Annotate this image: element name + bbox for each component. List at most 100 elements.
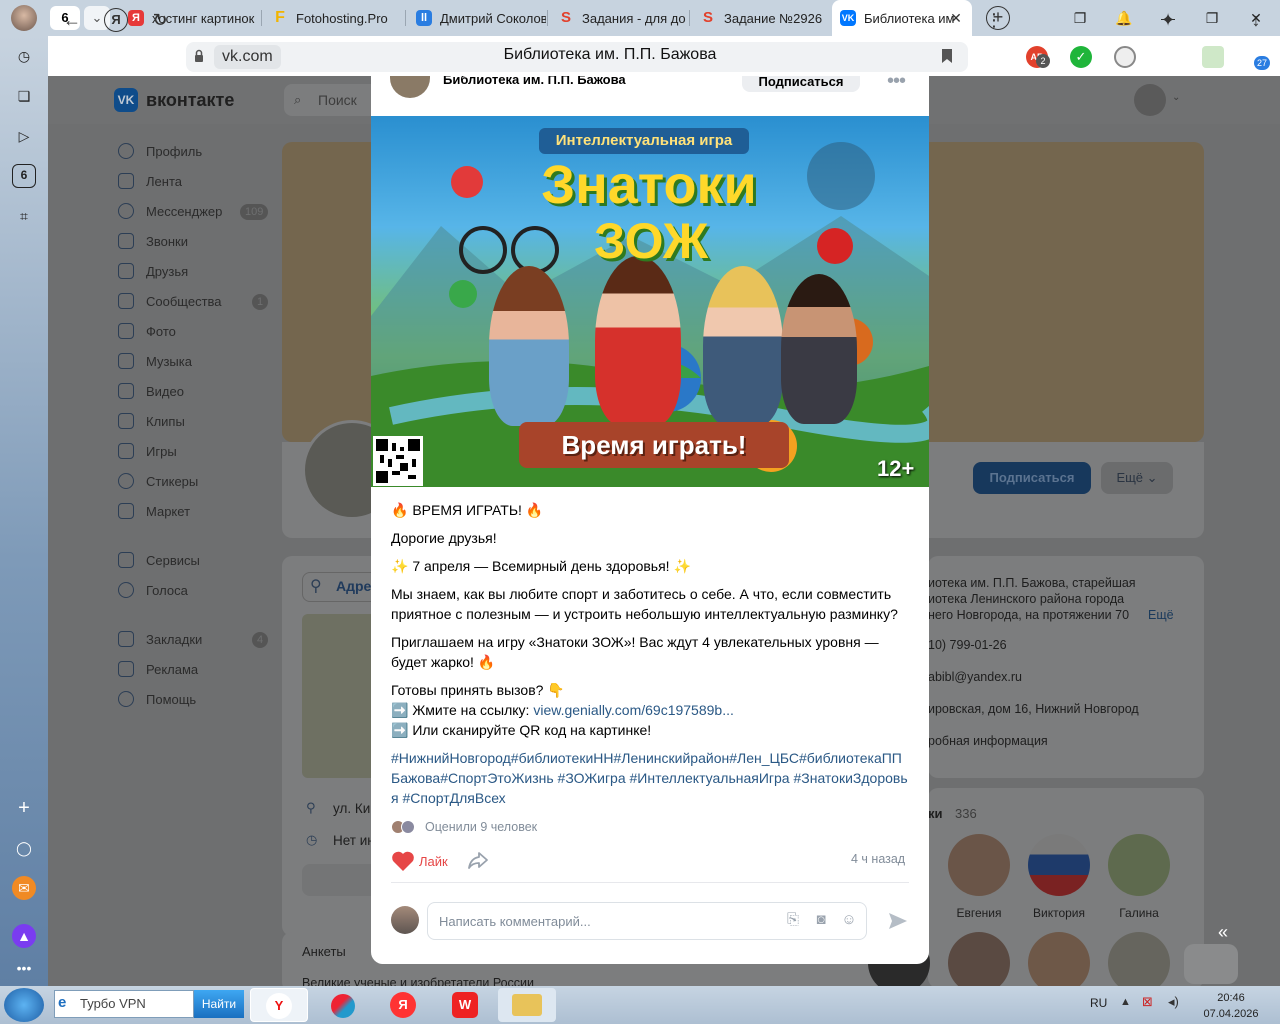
nav-item-stickers[interactable]: Стикеры: [118, 466, 198, 496]
details-link[interactable]: робная информация: [928, 734, 1048, 748]
share-icon[interactable]: [467, 850, 489, 870]
likes-summary[interactable]: Оценили 9 человек: [391, 820, 537, 834]
nav-item-votes[interactable]: Голоса: [118, 575, 188, 605]
member-avatar[interactable]: [1028, 834, 1090, 896]
chevron-down-icon[interactable]: ⌄: [1172, 92, 1180, 103]
member-avatar[interactable]: [948, 834, 1010, 896]
member-name[interactable]: Виктория: [1019, 906, 1099, 920]
collections-icon[interactable]: ❏: [12, 84, 36, 108]
nav-item-games[interactable]: Игры: [118, 436, 177, 466]
bookmark-icon[interactable]: [940, 48, 954, 64]
user-avatar[interactable]: [1134, 84, 1166, 116]
more-dots-icon[interactable]: •••: [887, 76, 906, 93]
nav-item-photos[interactable]: Фото: [118, 316, 176, 346]
member-avatar[interactable]: [1028, 932, 1090, 986]
author-name[interactable]: Библиотека им. П.П. Бажова: [443, 76, 626, 87]
members-title[interactable]: ки: [928, 806, 943, 821]
collections-icon[interactable]: ❐: [1068, 8, 1092, 28]
vk-logo-text[interactable]: вконтакте: [146, 90, 234, 111]
nav-item-feed[interactable]: Лента: [118, 166, 182, 196]
network-error-icon[interactable]: ⊠: [1142, 994, 1153, 1010]
download-icon[interactable]: ↓: [1244, 8, 1268, 32]
play-icon[interactable]: ▷: [12, 124, 36, 148]
tray-chevron-up-icon[interactable]: ▲: [1120, 996, 1131, 1008]
member-name[interactable]: Галина: [1099, 906, 1179, 920]
sheet-extension-icon[interactable]: [1202, 46, 1224, 68]
like-button[interactable]: Лайк: [391, 850, 448, 872]
mail-icon[interactable]: ✉: [12, 876, 36, 900]
post-time[interactable]: 4 ч назад: [851, 852, 905, 866]
taskbar-woodpecker-app[interactable]: [314, 988, 372, 1022]
alice-icon[interactable]: ▲: [12, 924, 36, 948]
nav-item-help[interactable]: Помощь: [118, 684, 196, 714]
volume-icon[interactable]: ◂): [1168, 994, 1179, 1010]
emoji-smile-icon[interactable]: ☺: [839, 910, 859, 930]
restore-icon[interactable]: ❐: [1200, 8, 1224, 28]
url-domain[interactable]: vk.com: [214, 45, 281, 69]
close-icon[interactable]: ✕: [948, 10, 964, 26]
nav-item-friends[interactable]: Друзья: [118, 256, 188, 286]
member-name[interactable]: Евгения: [939, 906, 1019, 920]
member-avatar[interactable]: [948, 932, 1010, 986]
nav-item-ads[interactable]: Реклама: [118, 654, 198, 684]
camera-icon[interactable]: ◙: [811, 910, 831, 930]
tab-library-active[interactable]: VK Библиотека им. П.П. ✕: [832, 0, 972, 36]
taskbar-wps-app[interactable]: W: [436, 988, 494, 1022]
history-clock-icon[interactable]: ◷: [12, 44, 36, 68]
attach-paperclip-icon[interactable]: ⎘: [783, 910, 803, 930]
yandex-button-icon[interactable]: Я: [104, 8, 128, 32]
phone-text[interactable]: 10) 799-01-26: [928, 638, 1007, 652]
nav-item-communities[interactable]: Сообщества: [118, 286, 222, 316]
language-indicator[interactable]: RU: [1090, 996, 1107, 1010]
subscribe-button[interactable]: Подписаться: [973, 462, 1091, 494]
post-image[interactable]: Интеллектуальная игра Знатоки ЗОЖ Время …: [371, 116, 929, 487]
email-text[interactable]: abibl@yandex.ru: [928, 670, 1022, 684]
sidebar-add-icon[interactable]: +: [12, 796, 36, 820]
taskbar-explorer-app[interactable]: [498, 988, 556, 1022]
more-button[interactable]: Ещё ⌄: [1101, 462, 1173, 494]
nav-item-bookmarks[interactable]: Закладки: [118, 624, 202, 654]
tab-dmitry[interactable]: ll Дмитрий Соколов: [408, 0, 546, 36]
nav-item-messenger[interactable]: Мессенджер: [118, 196, 222, 226]
author-avatar[interactable]: [390, 76, 430, 98]
send-icon[interactable]: [887, 910, 909, 932]
nav-item-market[interactable]: Маркет: [118, 496, 190, 526]
back-arrow-icon[interactable]: ←: [60, 8, 84, 32]
nav-item-profile[interactable]: Профиль: [118, 136, 202, 166]
more-dots-icon[interactable]: •••: [12, 956, 36, 980]
tab-hosting[interactable]: Я хостинг картинок: [120, 0, 258, 36]
sidebar-tabs-badge[interactable]: 6: [12, 164, 36, 188]
screenshot-icon[interactable]: ⌗: [12, 204, 36, 228]
taskbar-yandex-browser-active[interactable]: Y: [250, 988, 308, 1022]
member-avatar[interactable]: [1108, 834, 1170, 896]
check-extension-icon[interactable]: ✓: [1070, 46, 1092, 68]
nav-item-clips[interactable]: Клипы: [118, 406, 185, 436]
nav-item-music[interactable]: Музыка: [118, 346, 192, 376]
description-more-link[interactable]: Ещё: [1148, 608, 1174, 622]
genially-link[interactable]: view.genially.com/69c197589b...: [533, 702, 734, 718]
vk-logo-icon[interactable]: VK: [114, 88, 138, 112]
post-hashtags[interactable]: #НижнийНовгород#библиотекиНН#Ленинскийра…: [391, 748, 911, 808]
chat-bubble-icon[interactable]: [1184, 944, 1238, 984]
member-avatar[interactable]: [1108, 932, 1170, 986]
tab-fotohosting[interactable]: F Fotohosting.Pro: [264, 0, 402, 36]
notifications-bell-icon[interactable]: 🔔: [1112, 8, 1136, 28]
nav-item-calls[interactable]: Звонки: [118, 226, 188, 256]
reload-icon[interactable]: ↻: [148, 8, 172, 32]
puzzle-extensions-icon[interactable]: ✦: [1156, 8, 1180, 32]
taskbar-search-button[interactable]: Найти: [194, 990, 244, 1018]
nav-item-services[interactable]: Сервисы: [118, 545, 200, 575]
post-subscribe-button[interactable]: Подписаться: [742, 76, 860, 92]
browser-profile-avatar[interactable]: [11, 5, 37, 31]
windows-start-icon[interactable]: [4, 988, 44, 1022]
collapse-double-chevron-icon[interactable]: «: [1218, 922, 1228, 943]
ai-extension-icon[interactable]: [1114, 46, 1136, 68]
taskbar-clock[interactable]: 20:46 07.04.2026: [1200, 990, 1262, 1022]
taskbar-yandex-app[interactable]: Я: [374, 988, 432, 1022]
alice-circle-icon[interactable]: ◯: [12, 836, 36, 860]
tab-task-2926[interactable]: S Задание №2926: [692, 0, 828, 36]
nav-label: Помощь: [146, 691, 197, 707]
tab-tasks[interactable]: S Задания - для до: [550, 0, 688, 36]
more-vertical-icon[interactable]: ⋮: [982, 8, 1006, 32]
nav-item-video[interactable]: Видео: [118, 376, 184, 406]
